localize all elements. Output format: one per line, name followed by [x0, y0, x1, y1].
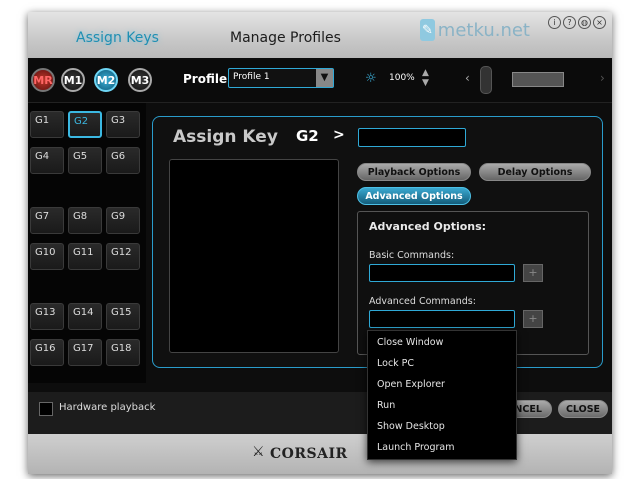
gkey-g12[interactable]: G12 [106, 243, 140, 270]
dropdown-option-close-window[interactable]: Close Window [377, 337, 443, 348]
help-button[interactable]: ? [563, 16, 576, 29]
selected-key-label: G2 [296, 127, 319, 145]
dropdown-option-open-explorer[interactable]: Open Explorer [377, 379, 445, 390]
info-button[interactable]: i [548, 16, 561, 29]
gkey-g11[interactable]: G11 [68, 243, 102, 270]
gkey-g4[interactable]: G4 [30, 147, 64, 174]
gkey-g13[interactable]: G13 [30, 303, 64, 330]
chevron-left-icon[interactable]: ‹ [465, 71, 470, 85]
advanced-options-title: Advanced Options: [369, 220, 487, 233]
playback-options-button[interactable]: Playback Options [357, 163, 471, 181]
gkey-g8[interactable]: G8 [68, 207, 102, 234]
advanced-add-button[interactable]: + [523, 310, 543, 328]
advanced-commands-label: Advanced Commands: [369, 296, 476, 307]
arrow-icon: > [333, 127, 345, 143]
close-window-button[interactable]: × [593, 16, 606, 29]
basic-add-button[interactable]: + [523, 264, 543, 282]
hardware-playback-checkbox[interactable] [39, 402, 53, 416]
bottom-bar: Hardware playback CANCEL CLOSE [28, 392, 612, 434]
advanced-commands-dropdown: Close Window Lock PC Open Explorer Run S… [367, 330, 517, 460]
globe-icon[interactable]: ◍ [578, 16, 591, 29]
chevron-right-icon[interactable]: › [600, 71, 605, 85]
mode-m1-button[interactable]: M1 [61, 68, 85, 92]
gkey-g3[interactable]: G3 [106, 111, 140, 138]
gkey-g7[interactable]: G7 [30, 207, 64, 234]
chevron-down-icon[interactable]: ▼ [316, 69, 333, 87]
gkey-g10[interactable]: G10 [30, 243, 64, 270]
gkey-g5[interactable]: G5 [68, 147, 102, 174]
watermark-logo-icon: ✎ [420, 19, 435, 41]
mode-m2-button[interactable]: M2 [94, 68, 118, 92]
gkey-g15[interactable]: G15 [106, 303, 140, 330]
dropdown-option-run[interactable]: Run [377, 400, 395, 411]
dropdown-option-lock-pc[interactable]: Lock PC [377, 358, 414, 369]
gkey-g1[interactable]: G1 [30, 111, 64, 138]
brand-logo-text: CORSAIR [270, 446, 348, 462]
gkey-g6[interactable]: G6 [106, 147, 140, 174]
brightness-icon: ☼ [365, 71, 377, 86]
basic-commands-label: Basic Commands: [369, 250, 455, 261]
advanced-commands-input[interactable] [369, 310, 515, 328]
tab-manage-profiles[interactable]: Manage Profiles [230, 30, 341, 46]
gkey-g18[interactable]: G18 [106, 339, 140, 366]
tab-assign-keys[interactable]: Assign Keys [76, 30, 159, 46]
gkey-g2[interactable]: G2 [68, 111, 102, 138]
dropdown-option-show-desktop[interactable]: Show Desktop [377, 421, 445, 432]
app-window: Assign Keys Manage Profiles ✎ metku.net … [28, 12, 612, 474]
keyboard-device-icon[interactable] [512, 72, 564, 87]
mode-toolbar: MR M1 M2 M3 Profile Profile 1 ▼ ☼ 100% ▲… [28, 58, 612, 103]
gkey-g17[interactable]: G17 [68, 339, 102, 366]
mode-m3-button[interactable]: M3 [128, 68, 152, 92]
gkey-g14[interactable]: G14 [68, 303, 102, 330]
profile-label: Profile [183, 72, 228, 86]
profile-selected-value: Profile 1 [233, 72, 270, 82]
macro-preview-area [169, 159, 339, 353]
mode-mr-button[interactable]: MR [31, 68, 55, 92]
key-name-input[interactable] [358, 128, 466, 147]
hardware-playback-label: Hardware playback [59, 402, 156, 413]
gkey-g9[interactable]: G9 [106, 207, 140, 234]
brightness-value: 100% [389, 73, 415, 83]
delay-options-button[interactable]: Delay Options [479, 163, 591, 181]
footer: ⚔ CORSAIR [28, 434, 612, 474]
gkey-g16[interactable]: G16 [30, 339, 64, 366]
advanced-options-button[interactable]: Advanced Options [357, 187, 471, 205]
dropdown-option-launch-program[interactable]: Launch Program [377, 442, 455, 453]
mouse-device-icon[interactable] [480, 66, 492, 94]
gkey-grid: G1 G2 G3 G4 G5 G6 G7 G8 G9 G10 G11 G12 G… [28, 103, 146, 383]
watermark-text: metku.net [437, 19, 530, 41]
watermark: ✎ metku.net [420, 16, 530, 44]
panel-title: Assign Key [173, 127, 278, 147]
corsair-logo-icon: ⚔ [252, 444, 265, 460]
brightness-stepper[interactable]: ▲ ▼ [422, 68, 429, 88]
basic-commands-input[interactable] [369, 264, 515, 282]
title-bar: Assign Keys Manage Profiles ✎ metku.net … [28, 12, 612, 58]
close-button[interactable]: CLOSE [558, 400, 608, 418]
profile-select[interactable]: Profile 1 ▼ [228, 68, 334, 88]
